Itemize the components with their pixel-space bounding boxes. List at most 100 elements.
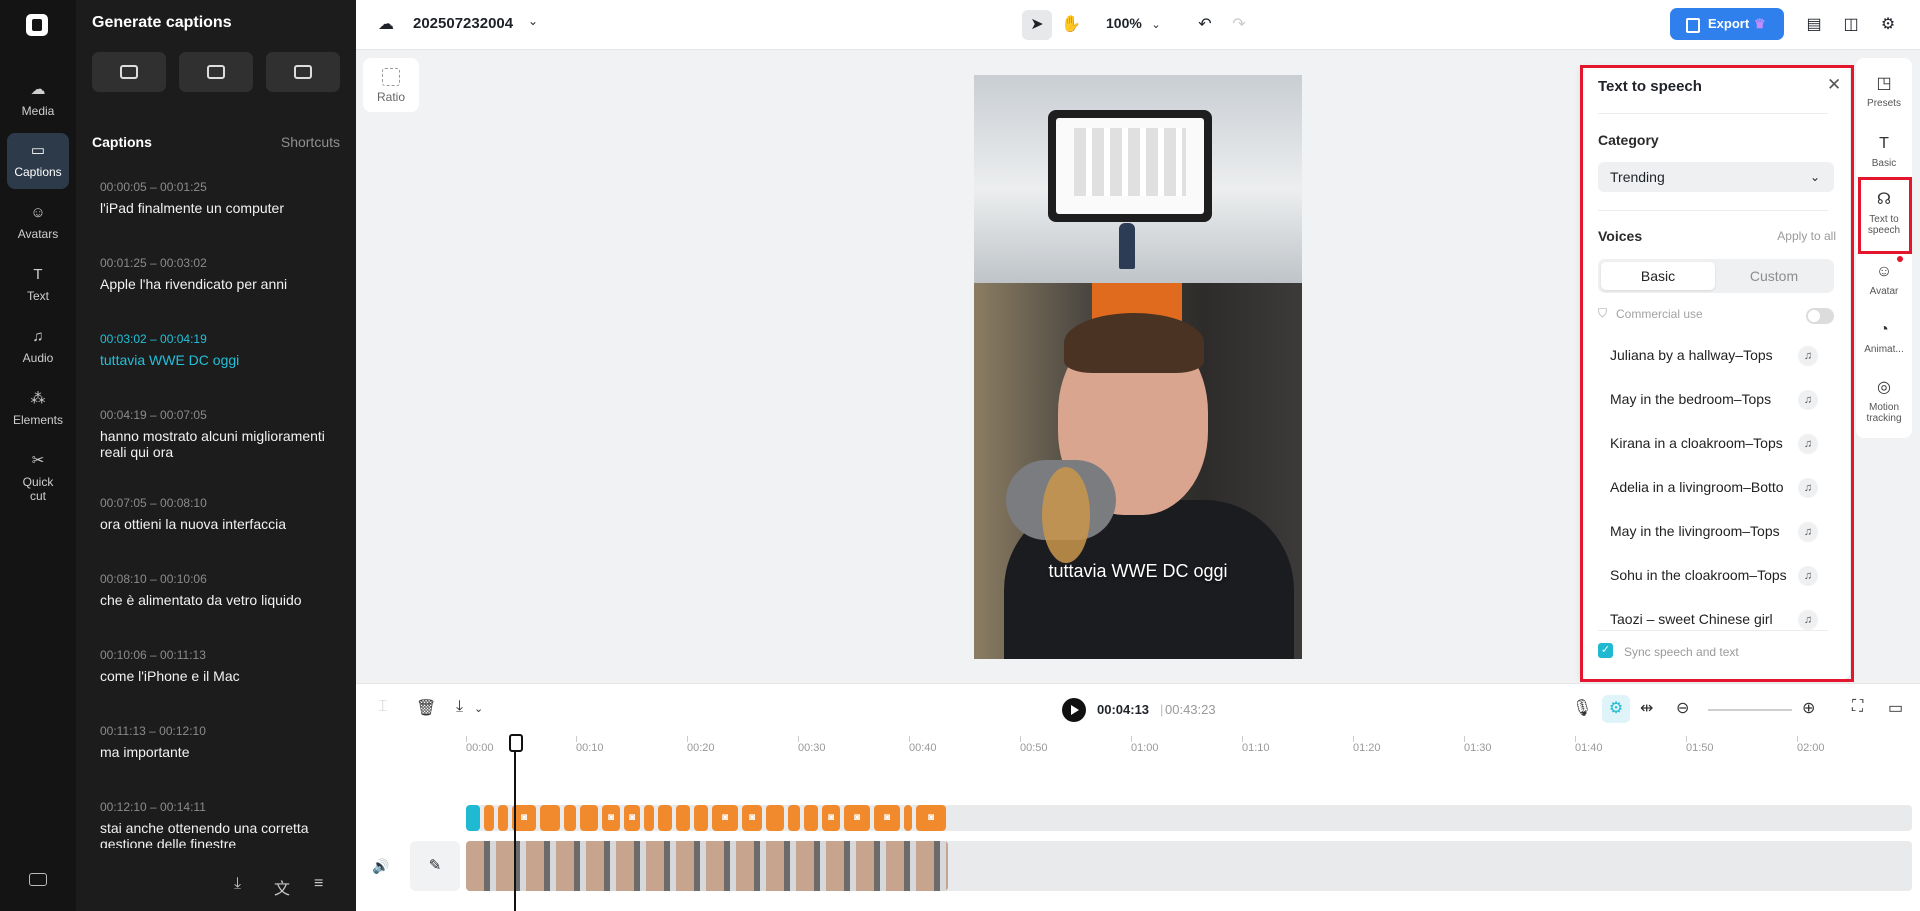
voice-item[interactable]: May in the livingroom–Tops ♫ bbox=[1580, 511, 1850, 555]
caption-text[interactable]: come l'iPhone e il Mac bbox=[100, 668, 340, 684]
rail-item-quick-cut[interactable]: ✂ Quick cut bbox=[7, 443, 69, 507]
video-clip[interactable] bbox=[466, 841, 948, 891]
caption-item[interactable]: 00:12:10 – 00:14:11 stai anche ottenendo … bbox=[76, 792, 356, 848]
caption-clip[interactable] bbox=[904, 805, 912, 831]
headphones-icon[interactable]: ♫ bbox=[1798, 566, 1818, 586]
caption-text[interactable]: hanno mostrato alcuni miglioramenti real… bbox=[100, 428, 340, 460]
caption-clip[interactable] bbox=[498, 805, 508, 831]
rail-item-captions[interactable]: ▭ Captions bbox=[7, 133, 69, 189]
headphones-icon[interactable]: ♫ bbox=[1798, 390, 1818, 410]
caption-text[interactable]: che è alimentato da vetro liquido bbox=[100, 592, 340, 608]
caption-clip[interactable]: ◙ bbox=[602, 805, 620, 831]
caption-text[interactable]: ma importante bbox=[100, 744, 340, 760]
rail-item-elements[interactable]: ⁂ Elements bbox=[7, 381, 69, 437]
edit-cover-button[interactable]: ✎ bbox=[410, 841, 460, 891]
chevron-down-icon[interactable]: ⌄ bbox=[528, 14, 538, 28]
prop-avatar[interactable]: ☺ Avatar bbox=[1856, 262, 1912, 297]
video-preview[interactable]: tuttavia WWE DC oggi bbox=[974, 75, 1302, 659]
caption-clip[interactable]: ◙ bbox=[624, 805, 640, 831]
rail-item-text[interactable]: T Text bbox=[7, 257, 69, 313]
voice-item[interactable]: Taozi – sweet Chinese girl ♫ bbox=[1580, 599, 1850, 630]
close-icon[interactable]: ✕ bbox=[1827, 75, 1841, 95]
microphone-icon[interactable]: 🎙 bbox=[1572, 698, 1592, 718]
prop-motion-tracking[interactable]: ◎ Motion tracking bbox=[1856, 378, 1912, 424]
caption-text[interactable]: ora ottieni la nuova interfaccia bbox=[100, 516, 340, 532]
zoom-out-icon[interactable]: ⊖ bbox=[1676, 698, 1689, 718]
find-replace-icon[interactable]: ≡ bbox=[314, 875, 323, 893]
caption-item[interactable]: 00:04:19 – 00:07:05 hanno mostrato alcuni… bbox=[76, 400, 356, 488]
shortcuts-link[interactable]: Shortcuts bbox=[281, 134, 340, 150]
undo-icon[interactable]: ↶ bbox=[1190, 10, 1220, 40]
caption-clip[interactable] bbox=[658, 805, 672, 831]
caption-item[interactable]: 00:07:05 – 00:08:10 ora ottieni la nuova … bbox=[76, 488, 356, 564]
zoom-in-icon[interactable]: ⊕ bbox=[1802, 698, 1815, 718]
ratio-button[interactable]: Ratio bbox=[363, 58, 419, 112]
volume-icon[interactable]: 🔊 bbox=[372, 858, 389, 875]
download-icon[interactable]: ⤓ bbox=[456, 698, 463, 716]
chevron-down-icon[interactable]: ⌄ bbox=[1146, 10, 1166, 40]
tab-custom[interactable]: Custom bbox=[1717, 262, 1831, 290]
caption-clip[interactable] bbox=[676, 805, 690, 831]
category-select[interactable]: Trending ⌄ bbox=[1598, 162, 1834, 192]
caption-clip[interactable] bbox=[788, 805, 800, 831]
keyboard-icon[interactable] bbox=[29, 873, 47, 886]
caption-clip[interactable]: ◙ bbox=[844, 805, 870, 831]
video-subtitle[interactable]: tuttavia WWE DC oggi bbox=[974, 561, 1302, 582]
caption-clip[interactable] bbox=[540, 805, 560, 831]
caption-track[interactable]: ◙ ◙ ◙ ◙ ◙ ◙ ◙ ◙ ◙ bbox=[466, 805, 1912, 831]
zoom-level[interactable]: 100% bbox=[1106, 15, 1142, 31]
split-clip-icon[interactable]: ⇹ bbox=[1640, 698, 1653, 718]
layout-icon[interactable]: ▤ bbox=[1800, 10, 1828, 40]
voice-item[interactable]: May in the bedroom–Tops ♫ bbox=[1580, 379, 1850, 423]
headphones-icon[interactable]: ♫ bbox=[1798, 478, 1818, 498]
project-title[interactable]: 202507232004 bbox=[413, 15, 513, 32]
voice-item[interactable]: Juliana by a hallway–Tops ♫ bbox=[1580, 335, 1850, 379]
rail-item-media[interactable]: ☁ Media bbox=[7, 72, 69, 128]
caption-toggle-icon[interactable]: ▭ bbox=[1888, 698, 1903, 718]
zoom-slider[interactable] bbox=[1708, 709, 1792, 711]
voice-item[interactable]: Sohu in the cloakroom–Tops ♫ bbox=[1580, 555, 1850, 599]
caption-item[interactable]: 00:08:10 – 00:10:06 che è alimentato da v… bbox=[76, 564, 356, 640]
apply-to-all-link[interactable]: Apply to all bbox=[1777, 229, 1836, 243]
caption-clip[interactable] bbox=[804, 805, 818, 831]
prop-basic[interactable]: T Basic bbox=[1856, 134, 1912, 169]
auto-detect-button[interactable] bbox=[266, 52, 340, 92]
hand-tool-icon[interactable]: ✋ bbox=[1056, 10, 1086, 40]
select-tool-icon[interactable]: ➤ bbox=[1022, 10, 1052, 40]
caption-clip[interactable]: ◙ bbox=[742, 805, 762, 831]
prop-text-to-speech[interactable]: ☊ Text to speech bbox=[1856, 190, 1912, 236]
caption-item[interactable]: 00:01:25 – 00:03:02 Apple l'ha rivendicat… bbox=[76, 248, 356, 324]
ai-icon[interactable]: ⚙ bbox=[1602, 695, 1630, 723]
rail-item-audio[interactable]: ♫ Audio bbox=[7, 319, 69, 375]
playhead[interactable] bbox=[509, 734, 523, 911]
translate-icon[interactable]: 文 bbox=[274, 875, 290, 899]
rail-item-avatars[interactable]: ☺ Avatars bbox=[7, 195, 69, 251]
export-button[interactable]: Export ♛ bbox=[1670, 8, 1784, 40]
headphones-icon[interactable]: ♫ bbox=[1798, 610, 1818, 630]
caption-item[interactable]: 00:00:05 – 00:01:25 l'iPad finalmente un … bbox=[76, 172, 356, 248]
caption-clip[interactable] bbox=[766, 805, 784, 831]
video-track[interactable] bbox=[466, 841, 1912, 891]
caption-style-button[interactable] bbox=[92, 52, 166, 92]
caption-clip[interactable] bbox=[484, 805, 494, 831]
caption-clip[interactable]: ◙ bbox=[822, 805, 840, 831]
caption-clip-active[interactable] bbox=[466, 805, 480, 831]
split-panel-icon[interactable]: ◫ bbox=[1837, 10, 1865, 40]
fit-icon[interactable]: ⛶ bbox=[1852, 698, 1863, 716]
time-ruler[interactable]: 00:00 00:10 00:20 00:30 00:40 00:50 01:0… bbox=[356, 734, 1920, 764]
caption-clip[interactable] bbox=[644, 805, 654, 831]
gear-icon[interactable]: ⚙ bbox=[1874, 10, 1902, 40]
trash-icon[interactable]: 🗑 bbox=[416, 698, 436, 718]
voice-item[interactable]: Adelia in a livingroom–Botto ♫ bbox=[1580, 467, 1850, 511]
voice-item[interactable]: Kirana in a cloakroom–Tops ♫ bbox=[1580, 423, 1850, 467]
download-icon[interactable]: ⤓ bbox=[234, 875, 241, 893]
caption-item-active[interactable]: 00:03:02 – 00:04:19 tuttavia WWE DC oggi bbox=[76, 324, 356, 400]
chevron-down-icon[interactable]: ⌄ bbox=[474, 702, 483, 715]
cloud-save-icon[interactable]: ☁ bbox=[378, 14, 398, 33]
caption-item[interactable]: 00:10:06 – 00:11:13 come l'iPhone e il Ma… bbox=[76, 640, 356, 716]
caption-text[interactable]: l'iPad finalmente un computer bbox=[100, 200, 340, 216]
prop-presets[interactable]: ◳ Presets bbox=[1856, 74, 1912, 109]
caption-clip[interactable] bbox=[564, 805, 576, 831]
caption-clip[interactable] bbox=[694, 805, 708, 831]
tab-basic[interactable]: Basic bbox=[1601, 262, 1715, 290]
